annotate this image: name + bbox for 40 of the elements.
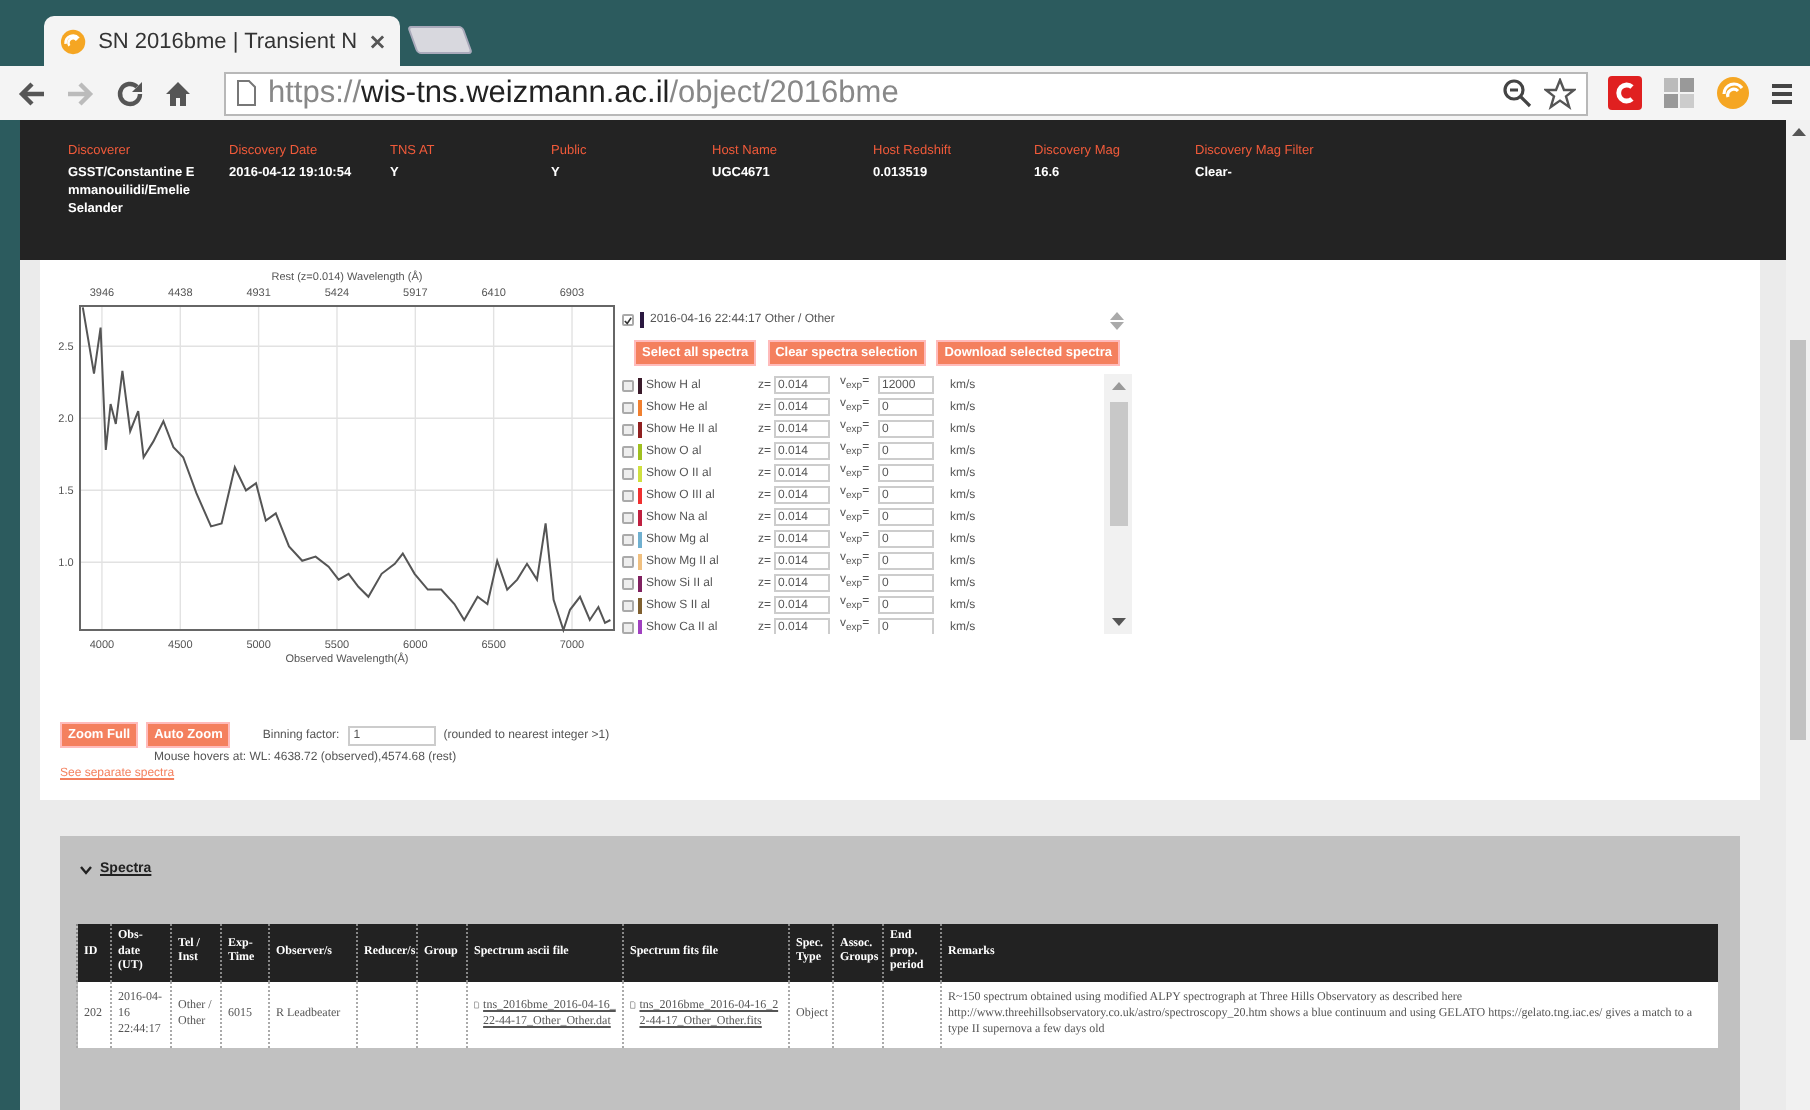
favicon-swirl-icon	[60, 27, 87, 55]
chevron-down-icon[interactable]	[80, 863, 92, 875]
checkbox[interactable]	[622, 577, 634, 589]
close-icon[interactable]	[369, 33, 384, 49]
url-text: https://wis-tns.weizmann.ac.il/object/2016bme	[268, 75, 901, 111]
scroll-up-icon[interactable]	[1791, 128, 1805, 136]
zoom-out-icon[interactable]	[1502, 78, 1532, 108]
checkbox[interactable]	[622, 489, 634, 501]
checkbox[interactable]	[622, 467, 634, 479]
scroll-up-icon	[1111, 382, 1125, 390]
scrollbar[interactable]	[1104, 374, 1132, 634]
reload-icon[interactable]	[116, 79, 144, 107]
checkbox[interactable]	[622, 445, 634, 457]
checkbox[interactable]	[622, 511, 634, 523]
tab-title: SN 2016bme | Transient N	[98, 29, 358, 53]
browser-tab[interactable]: SN 2016bme | Transient N	[44, 16, 400, 66]
scrollbar-thumb[interactable]	[1790, 340, 1806, 740]
checkbox[interactable]	[622, 599, 634, 611]
back-arrow-icon[interactable]	[16, 79, 46, 107]
new-tab-button[interactable]	[406, 26, 474, 54]
checkbox[interactable]	[622, 314, 634, 326]
sort-arrows-icon[interactable]	[1110, 311, 1124, 329]
address-bar[interactable]: https://wis-tns.weizmann.ac.il/object/2016bme	[224, 71, 1588, 115]
page-icon	[236, 80, 256, 106]
scroll-down-icon	[1111, 618, 1125, 626]
c-logo-extension-icon[interactable]	[1608, 76, 1642, 110]
checkbox[interactable]	[622, 379, 634, 391]
checkbox[interactable]	[622, 621, 634, 633]
file-icon	[474, 998, 480, 1012]
checkbox[interactable]	[622, 533, 634, 545]
file-icon	[630, 998, 636, 1012]
menu-icon[interactable]	[1770, 81, 1794, 105]
swirl-extension-icon[interactable]	[1716, 76, 1750, 110]
forward-arrow-icon[interactable]	[66, 79, 96, 107]
checkbox[interactable]	[622, 401, 634, 413]
star-icon[interactable]	[1544, 77, 1576, 109]
checkbox[interactable]	[622, 423, 634, 435]
checkbox[interactable]	[622, 555, 634, 567]
puzzle-extension-icon[interactable]	[1662, 76, 1696, 110]
home-icon[interactable]	[164, 79, 192, 107]
